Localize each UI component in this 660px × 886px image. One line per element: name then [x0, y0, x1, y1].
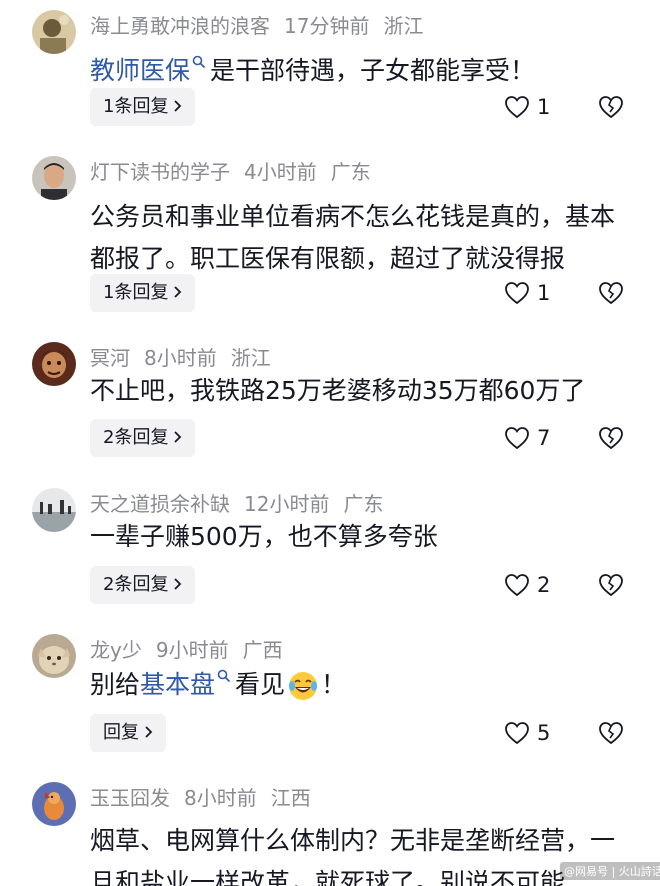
username[interactable]: 天之道损余补缺	[90, 492, 230, 516]
view-replies-button[interactable]: 1条回复	[90, 274, 196, 312]
broken-heart-icon	[599, 722, 623, 745]
view-replies-button[interactable]: 2条回复	[90, 419, 196, 457]
laughing-tears-emoji	[289, 672, 318, 700]
like-button[interactable]: 7	[504, 419, 564, 457]
search-link[interactable]: 基本盘	[140, 670, 215, 699]
comment-location: 浙江	[383, 14, 424, 38]
chevron-right-icon	[174, 578, 182, 590]
comment-meta: 海上勇敢冲浪的浪客 17分钟前 浙江	[90, 11, 437, 41]
reply-label: 2条回复	[103, 574, 169, 595]
username[interactable]: 冥河	[90, 346, 130, 370]
reply-label: 1条回复	[103, 96, 169, 117]
username[interactable]: 玉玉囧发	[90, 786, 170, 810]
dislike-button[interactable]	[598, 88, 626, 126]
comment-meta: 天之道损余补缺 12小时前 广东	[90, 489, 397, 519]
comment-meta: 玉玉囧发 8小时前 江西	[90, 783, 325, 813]
comment-text: 不止吧，我铁路25万老婆移动35万都60万了	[90, 376, 586, 405]
like-count: 1	[537, 281, 551, 305]
dislike-button[interactable]	[598, 274, 626, 312]
username[interactable]: 海上勇敢冲浪的浪客	[90, 14, 270, 38]
heart-outline-icon	[505, 427, 529, 450]
like-count: 5	[537, 721, 551, 745]
like-button[interactable]: 5	[504, 714, 564, 752]
broken-heart-icon	[599, 427, 623, 450]
heart-outline-icon	[505, 282, 529, 305]
broken-heart-icon	[599, 96, 623, 119]
comment-meta: 冥河 8小时前 浙江	[90, 343, 285, 373]
comment-text-middle: 看见	[235, 670, 286, 699]
comment-time: 9小时前	[155, 638, 229, 662]
username[interactable]: 灯下读书的学子	[90, 160, 230, 184]
search-icon	[192, 55, 206, 69]
comment-text: 公务员和事业单位看病不怎么花钱是真的，基本都报了。职工医保有限额，超过了就没得报	[90, 202, 616, 273]
avatar[interactable]	[32, 782, 76, 826]
avatar[interactable]	[32, 488, 76, 532]
broken-heart-icon	[599, 574, 623, 597]
like-button[interactable]: 2	[504, 566, 564, 604]
comment-time: 8小时前	[184, 786, 257, 810]
dislike-button[interactable]	[598, 566, 626, 604]
like-button[interactable]: 1	[504, 274, 564, 312]
comment-text: 烟草、电网算什么体制内？无非是垄断经营，一旦和盐业一样改革，就死球了。别说不可能	[90, 826, 616, 886]
reply-label: 1条回复	[103, 282, 169, 303]
reply-button[interactable]: 回复	[90, 714, 166, 752]
chevron-right-icon	[174, 431, 182, 443]
search-icon	[217, 669, 231, 683]
avatar[interactable]	[32, 156, 76, 200]
like-count: 7	[537, 426, 551, 450]
comment-text: 别给基本盘 看见 ！	[90, 664, 635, 706]
comment-location: 江西	[270, 786, 311, 810]
comment-location: 广东	[343, 492, 384, 516]
comment-location: 广西	[242, 638, 283, 662]
watermark: @网易号 | 火山詩话	[560, 862, 660, 880]
chevron-right-icon	[145, 726, 153, 738]
comment-meta: 灯下读书的学子 4小时前 广东	[90, 157, 385, 187]
comment-location: 广东	[330, 160, 371, 184]
comment-time: 4小时前	[244, 160, 317, 184]
like-button[interactable]: 1	[504, 88, 564, 126]
comment-time: 8小时前	[144, 346, 217, 370]
avatar[interactable]	[32, 634, 76, 678]
username[interactable]: 龙y少	[90, 638, 142, 662]
heart-outline-icon	[505, 722, 529, 745]
dislike-button[interactable]	[598, 714, 626, 752]
comment-list: 海上勇敢冲浪的浪客 17分钟前 浙江 教师医保 是干部待遇，子女都能享受！ 1条回复 …	[0, 0, 660, 886]
broken-heart-icon	[599, 282, 623, 305]
comment-time: 12小时前	[244, 492, 330, 516]
heart-outline-icon	[505, 574, 529, 597]
comment-meta: 龙y少 9小时前 广西	[90, 635, 297, 665]
heart-outline-icon	[505, 96, 529, 119]
avatar[interactable]	[32, 10, 76, 54]
comment-text-prefix: 别给	[90, 670, 141, 699]
comment-time: 17分钟前	[284, 14, 370, 38]
like-count: 2	[537, 573, 551, 597]
chevron-right-icon	[174, 100, 182, 112]
chevron-right-icon	[174, 286, 182, 298]
search-link[interactable]: 教师医保	[90, 56, 190, 85]
reply-label: 回复	[103, 722, 139, 743]
dislike-button[interactable]	[598, 419, 626, 457]
comment-text: 教师医保 是干部待遇，子女都能享受！	[90, 50, 635, 92]
view-replies-button[interactable]: 1条回复	[90, 88, 196, 126]
like-count: 1	[537, 95, 551, 119]
comment-location: 浙江	[230, 346, 271, 370]
comment-text-body: 是干部待遇，子女都能享受！	[210, 56, 536, 85]
view-replies-button[interactable]: 2条回复	[90, 566, 196, 604]
reply-label: 2条回复	[103, 427, 169, 448]
comment-text: 一辈子赚500万，也不算多夸张	[90, 522, 438, 551]
comment-text-end: ！	[321, 670, 347, 699]
avatar[interactable]	[32, 342, 76, 386]
